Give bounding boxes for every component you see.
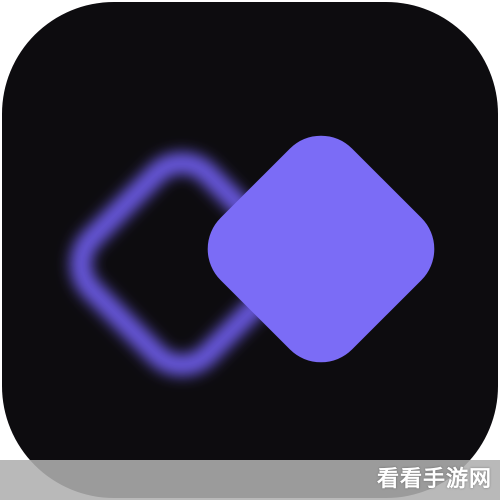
layered-diamonds-icon [2, 2, 498, 498]
watermark-text: 看看手游网 [376, 467, 492, 492]
app-icon [2, 2, 498, 498]
watermark-bar: 看看手游网 [0, 460, 500, 500]
screenshot-canvas: 看看手游网 [0, 0, 500, 500]
